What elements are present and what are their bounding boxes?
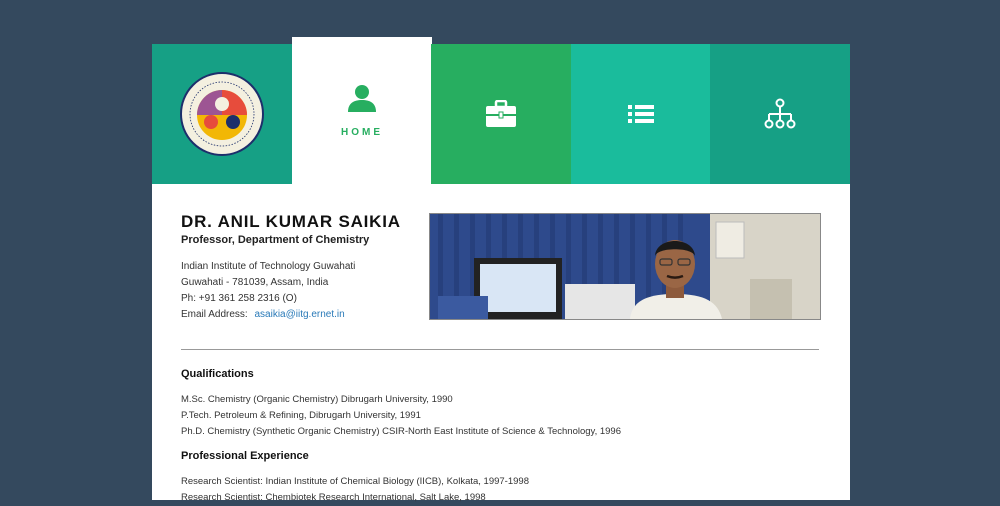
experience-heading: Professional Experience — [181, 450, 309, 462]
briefcase-icon — [486, 100, 516, 127]
email-link[interactable]: asaikia@iitg.ernet.in — [254, 309, 344, 320]
list-item: Ph.D. Chemistry (Synthetic Organic Chemi… — [181, 426, 621, 437]
section-divider — [181, 349, 819, 350]
email-label: Email Address: — [181, 309, 248, 320]
page-container: HOME DR. ANIL KUMAR SAIKIA Professor, De… — [152, 0, 850, 503]
logo-tile[interactable] — [152, 44, 292, 184]
institute-logo-icon — [180, 72, 264, 156]
tab-home[interactable]: HOME — [292, 37, 432, 184]
tab-sitemap[interactable] — [710, 44, 850, 184]
main-content: DR. ANIL KUMAR SAIKIA Professor, Departm… — [152, 184, 850, 503]
institute-line: Indian Institute of Technology Guwahati — [181, 261, 356, 272]
profile-photo — [429, 213, 821, 320]
qualifications-heading: Qualifications — [181, 368, 254, 380]
city-line: Guwahati - 781039, Assam, India — [181, 277, 329, 288]
tab-list[interactable] — [571, 44, 711, 184]
tab-home-label: HOME — [341, 127, 383, 138]
profile-title: Professor, Department of Chemistry — [181, 234, 370, 246]
profile-name: DR. ANIL KUMAR SAIKIA — [181, 212, 401, 231]
phone-line: Ph: +91 361 258 2316 (O) — [181, 293, 297, 304]
list-icon — [628, 105, 654, 123]
qualifications-list: M.Sc. Chemistry (Organic Chemistry) Dibr… — [181, 392, 621, 440]
experience-list: Research Scientist: Indian Institute of … — [181, 474, 529, 506]
photo-illustration — [430, 214, 820, 319]
person-icon — [348, 85, 376, 112]
list-item: Research Scientist: Chembiotek Research … — [181, 492, 486, 503]
list-item: P.Tech. Petroleum & Refining, Dibrugarh … — [181, 410, 421, 421]
list-item: M.Sc. Chemistry (Organic Chemistry) Dibr… — [181, 394, 453, 405]
top-nav: HOME — [152, 37, 850, 184]
email-line: Email Address: asaikia@iitg.ernet.in — [181, 307, 355, 323]
contact-details: Indian Institute of Technology Guwahati … — [181, 259, 355, 323]
sitemap-icon — [764, 98, 796, 129]
tab-experience[interactable] — [431, 44, 571, 184]
list-item: Research Scientist: Indian Institute of … — [181, 476, 529, 487]
